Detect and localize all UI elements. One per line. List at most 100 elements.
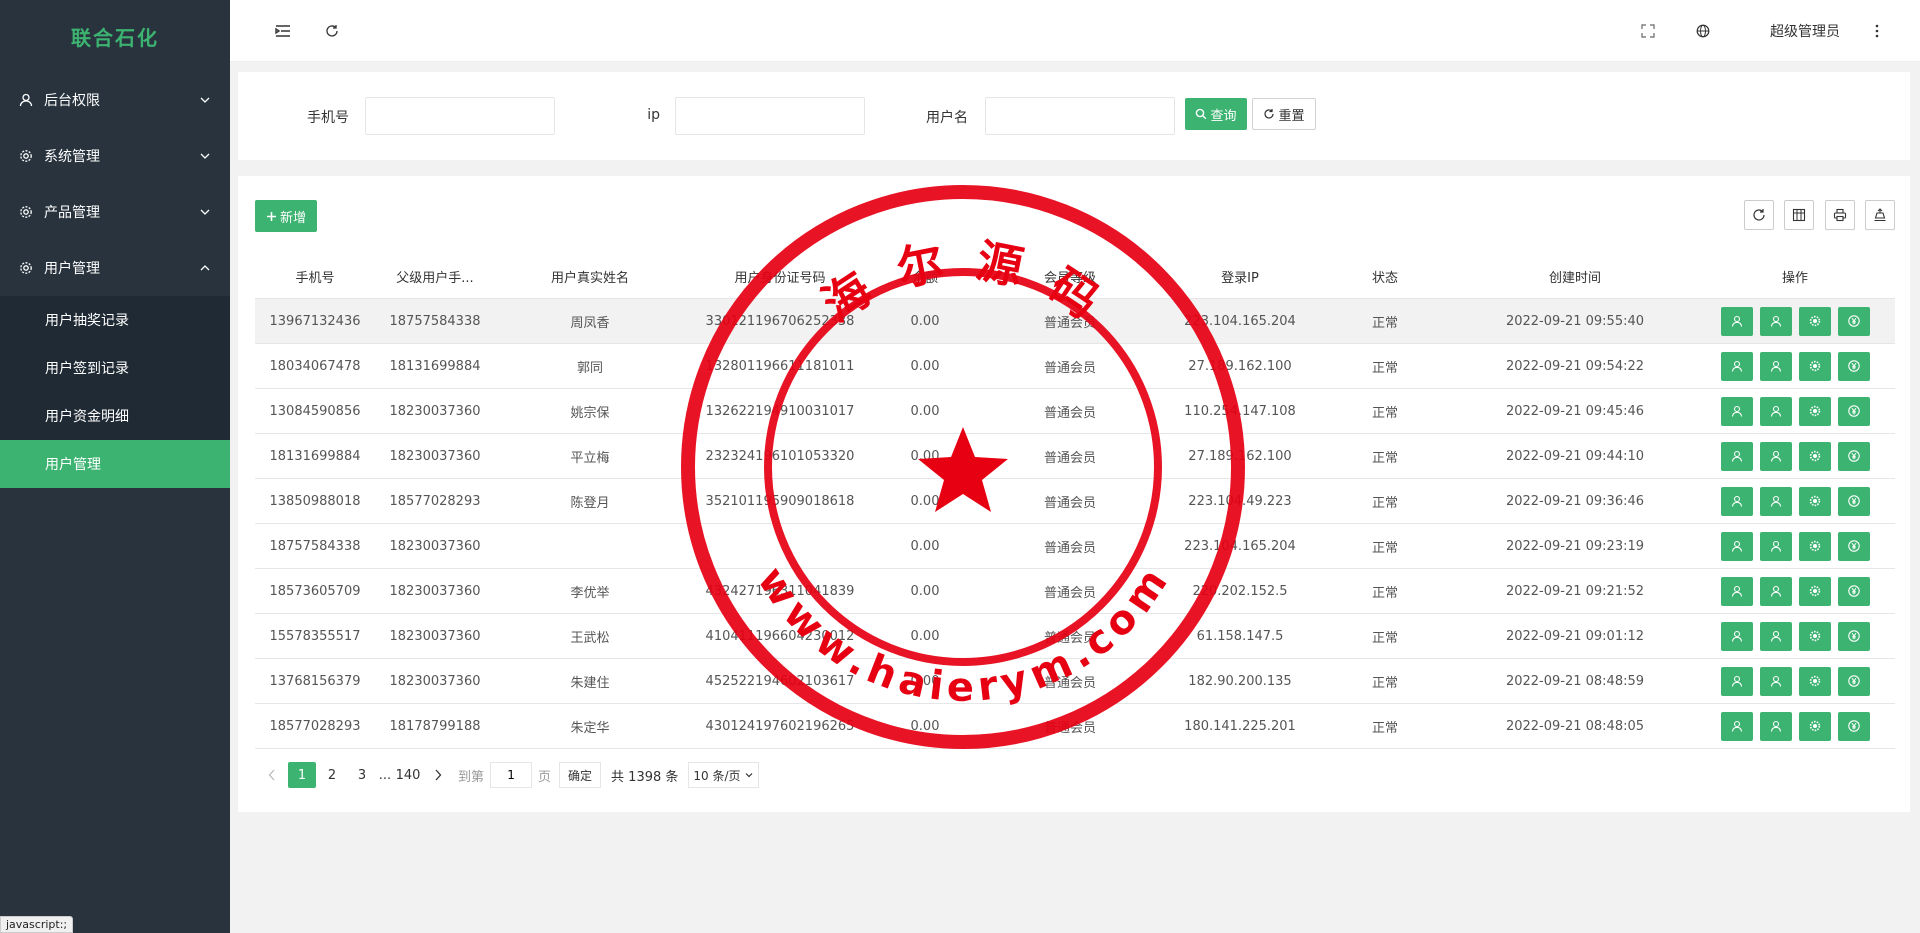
fullscreen-icon[interactable]: [1630, 0, 1666, 62]
yen-action-button[interactable]: [1837, 306, 1870, 336]
column-header[interactable]: 余额: [875, 267, 975, 286]
actions-cell: [1695, 486, 1895, 516]
phone-input[interactable]: [365, 97, 555, 135]
prev-page-icon[interactable]: [258, 762, 286, 788]
user-action-button[interactable]: [1720, 711, 1753, 741]
column-header[interactable]: 父级用户手...: [375, 267, 495, 286]
user-edit-action-button[interactable]: [1759, 486, 1792, 516]
gear-action-button[interactable]: [1798, 576, 1831, 606]
user-action-button[interactable]: [1720, 396, 1753, 426]
columns-icon[interactable]: [1784, 200, 1814, 230]
yen-action-button[interactable]: [1837, 351, 1870, 381]
goto-label: 到第: [458, 769, 485, 785]
user-action-button[interactable]: [1720, 306, 1753, 336]
gear-action-button[interactable]: [1798, 666, 1831, 696]
yen-action-button[interactable]: [1837, 441, 1870, 471]
refresh-icon[interactable]: [314, 0, 350, 62]
user-edit-action-button[interactable]: [1759, 306, 1792, 336]
user-edit-action-button[interactable]: [1759, 441, 1792, 471]
user-action-button[interactable]: [1720, 486, 1753, 516]
yen-action-button[interactable]: [1837, 666, 1870, 696]
gear-action-button[interactable]: [1798, 306, 1831, 336]
user-edit-action-button[interactable]: [1759, 531, 1792, 561]
user-action-button[interactable]: [1720, 621, 1753, 651]
next-page-icon[interactable]: [424, 762, 452, 788]
gear-action-button[interactable]: [1798, 486, 1831, 516]
goto-page-input[interactable]: [490, 762, 533, 788]
sidebar-item-users[interactable]: 用户管理: [0, 240, 230, 296]
menu-fold-icon[interactable]: [265, 0, 301, 62]
user-edit-action-button[interactable]: [1759, 396, 1792, 426]
sidebar-item-admin-permissions[interactable]: 后台权限: [0, 72, 230, 128]
page-number[interactable]: 3: [348, 762, 376, 788]
reset-button[interactable]: 重置: [1252, 98, 1316, 130]
table-row: 13850988018 18577028293 陈登月 352101195909018…: [255, 479, 1895, 524]
current-user-name[interactable]: 超级管理员: [1770, 0, 1840, 62]
phone-cell: 13084590856: [269, 403, 361, 419]
globe-icon[interactable]: [1685, 0, 1721, 62]
user-edit-action-button[interactable]: [1759, 666, 1792, 696]
refresh-icon[interactable]: [1744, 200, 1774, 230]
created-time-cell: 2022-09-21 09:44:10: [1505, 448, 1645, 464]
balance-cell: 0.00: [910, 448, 940, 464]
user-action-button[interactable]: [1720, 351, 1753, 381]
user-edit-icon: [1770, 495, 1782, 507]
user-edit-action-button[interactable]: [1759, 711, 1792, 741]
yen-action-button[interactable]: [1837, 531, 1870, 561]
add-button[interactable]: 新增: [255, 200, 317, 232]
sidebar-item-products[interactable]: 产品管理: [0, 184, 230, 240]
user-edit-action-button[interactable]: [1759, 576, 1792, 606]
goto-confirm-button[interactable]: 确定: [559, 762, 602, 788]
member-level-cell: 普通会员: [1043, 495, 1096, 511]
user-icon: [1731, 495, 1743, 507]
username-input[interactable]: [985, 97, 1175, 135]
column-header[interactable]: 用户身份证号码: [685, 267, 875, 286]
user-action-button[interactable]: [1720, 531, 1753, 561]
sidebar-subitem-checkin-records[interactable]: 用户签到记录: [0, 344, 230, 392]
phone-cell: 15578355517: [269, 628, 361, 644]
refresh-icon: [1264, 109, 1275, 119]
yen-action-button[interactable]: [1837, 396, 1870, 426]
query-button[interactable]: 查询: [1185, 98, 1247, 130]
user-action-button[interactable]: [1720, 441, 1753, 471]
login-ip-cell: 223.104.165.204: [1184, 313, 1296, 329]
status-cell: 正常: [1371, 315, 1398, 331]
column-header[interactable]: 状态: [1315, 267, 1455, 286]
page-size-select[interactable]: 10 条/页: [688, 762, 759, 788]
app-logo[interactable]: 联合石化: [0, 0, 230, 72]
user-action-button[interactable]: [1720, 666, 1753, 696]
page-number[interactable]: 2: [318, 762, 346, 788]
yen-action-button[interactable]: [1837, 621, 1870, 651]
print-icon[interactable]: [1825, 200, 1855, 230]
gear-action-button[interactable]: [1798, 441, 1831, 471]
column-header[interactable]: 用户真实姓名: [495, 267, 685, 286]
status-cell: 正常: [1371, 540, 1398, 556]
gear-action-button[interactable]: [1798, 531, 1831, 561]
gear-action-button[interactable]: [1798, 396, 1831, 426]
sidebar-subitem-fund-details[interactable]: 用户资金明细: [0, 392, 230, 440]
column-header[interactable]: 登录IP: [1165, 267, 1315, 286]
sidebar-item-system[interactable]: 系统管理: [0, 128, 230, 184]
sidebar-subitem-lottery-records[interactable]: 用户抽奖记录: [0, 296, 230, 344]
page-number[interactable]: 140: [394, 762, 422, 788]
yen-action-button[interactable]: [1837, 711, 1870, 741]
gear-action-button[interactable]: [1798, 351, 1831, 381]
ip-input[interactable]: [675, 97, 865, 135]
gear-action-button[interactable]: [1798, 711, 1831, 741]
user-edit-action-button[interactable]: [1759, 351, 1792, 381]
export-icon[interactable]: [1865, 200, 1895, 230]
yen-action-button[interactable]: [1837, 486, 1870, 516]
gear-action-button[interactable]: [1798, 621, 1831, 651]
user-edit-action-button[interactable]: [1759, 621, 1792, 651]
yen-icon: [1847, 315, 1860, 327]
yen-action-button[interactable]: [1837, 576, 1870, 606]
column-header[interactable]: 手机号: [255, 267, 375, 286]
column-header[interactable]: 会员等级: [975, 267, 1165, 286]
page-number[interactable]: 1: [288, 762, 316, 788]
more-vertical-icon[interactable]: [1862, 0, 1892, 62]
user-edit-icon: [1770, 585, 1782, 597]
column-header[interactable]: 创建时间: [1455, 267, 1695, 286]
chevron-down-icon: [745, 773, 752, 778]
user-action-button[interactable]: [1720, 576, 1753, 606]
sidebar-subitem-user-management[interactable]: 用户管理: [0, 440, 230, 488]
